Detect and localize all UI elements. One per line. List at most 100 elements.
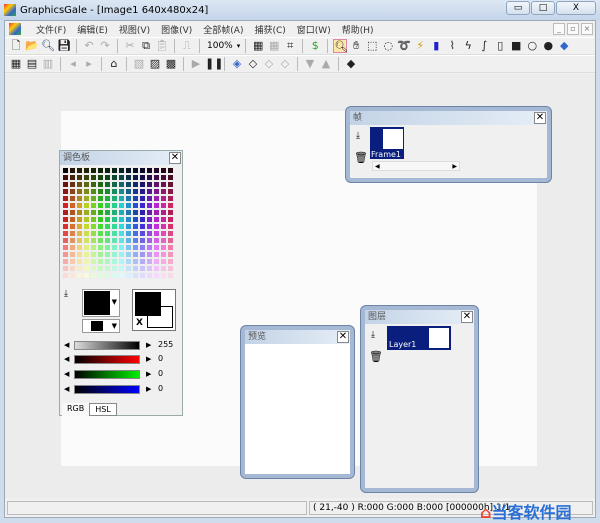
palette-swatch[interactable] bbox=[146, 272, 153, 279]
palette-swatch[interactable] bbox=[139, 265, 146, 272]
palette-swatch[interactable] bbox=[62, 174, 69, 181]
palette-swatch[interactable] bbox=[97, 230, 104, 237]
preview-title-bar[interactable]: 预览 ✕ bbox=[245, 330, 350, 344]
palette-swatch[interactable] bbox=[111, 167, 118, 174]
palette-swatch[interactable] bbox=[76, 237, 83, 244]
palette-swatch[interactable] bbox=[139, 181, 146, 188]
palette-swatch[interactable] bbox=[111, 272, 118, 279]
copy-frame-icon[interactable]: ▨ bbox=[148, 57, 162, 71]
palette-swatch[interactable] bbox=[153, 167, 160, 174]
pin-icon[interactable]: ⤓ bbox=[64, 289, 68, 299]
palette-swatch[interactable] bbox=[160, 209, 167, 216]
layer-icon[interactable]: ◇ bbox=[246, 57, 260, 71]
palette-swatch[interactable] bbox=[118, 230, 125, 237]
palette-swatch[interactable] bbox=[104, 258, 111, 265]
palette-swatch[interactable] bbox=[160, 181, 167, 188]
palette-swatch[interactable] bbox=[125, 272, 132, 279]
palette-swatch[interactable] bbox=[160, 258, 167, 265]
palette-swatch[interactable] bbox=[125, 258, 132, 265]
red-value[interactable]: 0 bbox=[158, 354, 163, 363]
palette-swatch[interactable] bbox=[97, 202, 104, 209]
palette-swatch[interactable] bbox=[104, 244, 111, 251]
palette-swatch[interactable] bbox=[118, 181, 125, 188]
palette-swatch[interactable] bbox=[83, 237, 90, 244]
palette-swatch[interactable] bbox=[125, 195, 132, 202]
minimize-button[interactable]: ▭ bbox=[506, 1, 530, 15]
palette-swatch[interactable] bbox=[83, 258, 90, 265]
frames-close-button[interactable]: ✕ bbox=[534, 112, 546, 124]
palette-swatch[interactable] bbox=[132, 230, 139, 237]
palette-swatch[interactable] bbox=[83, 174, 90, 181]
menu-capture[interactable]: 捕获(C) bbox=[254, 23, 285, 36]
new-icon[interactable]: 🗋 bbox=[9, 39, 23, 53]
palette-swatch[interactable] bbox=[125, 216, 132, 223]
blue-slider[interactable] bbox=[74, 385, 140, 394]
insert-frame-icon[interactable]: ▤ bbox=[25, 57, 39, 71]
palette-swatch[interactable] bbox=[132, 272, 139, 279]
palette-swatch[interactable] bbox=[160, 202, 167, 209]
palette-swatch[interactable] bbox=[167, 223, 174, 230]
palette-swatch[interactable] bbox=[153, 216, 160, 223]
cut-icon[interactable]: ✂ bbox=[123, 39, 137, 53]
mdi-minimize-button[interactable]: _ bbox=[553, 23, 565, 35]
menu-view[interactable]: 视图(V) bbox=[119, 23, 150, 36]
palette-swatch[interactable] bbox=[69, 167, 76, 174]
palette-grid[interactable] bbox=[62, 167, 178, 279]
tab-rgb[interactable]: RGB bbox=[62, 403, 90, 416]
palette-swatch[interactable] bbox=[97, 272, 104, 279]
palette-swatch[interactable] bbox=[132, 202, 139, 209]
palette-swatch[interactable] bbox=[83, 209, 90, 216]
pin-icon[interactable]: ⤓ bbox=[356, 131, 360, 141]
lasso-icon[interactable]: ➰ bbox=[397, 39, 411, 53]
palette-swatch[interactable] bbox=[132, 265, 139, 272]
palette-swatch[interactable] bbox=[132, 181, 139, 188]
crop-icon[interactable]: ⌗ bbox=[283, 39, 297, 53]
palette-swatch[interactable] bbox=[167, 230, 174, 237]
palette-swatch[interactable] bbox=[153, 258, 160, 265]
palette-swatch[interactable] bbox=[83, 181, 90, 188]
palette-swatch[interactable] bbox=[139, 237, 146, 244]
palette-swatch[interactable] bbox=[125, 244, 132, 251]
palette-swatch[interactable] bbox=[167, 195, 174, 202]
palette-swatch[interactable] bbox=[160, 272, 167, 279]
red-slider[interactable] bbox=[74, 355, 140, 364]
palette-swatch[interactable] bbox=[111, 216, 118, 223]
palette-swatch[interactable] bbox=[62, 237, 69, 244]
ellipse-select-icon[interactable]: ◌ bbox=[381, 39, 395, 53]
palette-swatch[interactable] bbox=[160, 174, 167, 181]
palette-swatch[interactable] bbox=[97, 188, 104, 195]
palette-swatch[interactable] bbox=[167, 251, 174, 258]
palette-swatch[interactable] bbox=[132, 195, 139, 202]
palette-swatch[interactable] bbox=[139, 202, 146, 209]
palette-swatch[interactable] bbox=[132, 251, 139, 258]
palette-swatch[interactable] bbox=[125, 237, 132, 244]
palette-swatch[interactable] bbox=[111, 202, 118, 209]
palette-swatch[interactable] bbox=[167, 167, 174, 174]
palette-swatch[interactable] bbox=[167, 265, 174, 272]
palette-swatch[interactable] bbox=[160, 216, 167, 223]
palette-swatch[interactable] bbox=[146, 244, 153, 251]
layer-props-icon[interactable]: ◇ bbox=[278, 57, 292, 71]
tab-hsl[interactable]: HSL bbox=[89, 403, 117, 416]
fg-bg-colors[interactable]: X bbox=[132, 289, 176, 331]
palette-swatch[interactable] bbox=[118, 195, 125, 202]
palette-swatch[interactable] bbox=[146, 195, 153, 202]
palette-swatch[interactable] bbox=[146, 174, 153, 181]
palette-swatch[interactable] bbox=[160, 244, 167, 251]
palette-swatch[interactable] bbox=[104, 209, 111, 216]
rect-select-icon[interactable]: ⬚ bbox=[365, 39, 379, 53]
palette-swatch[interactable] bbox=[160, 251, 167, 258]
palette-swatch[interactable] bbox=[62, 167, 69, 174]
grid-icon[interactable]: ▦ bbox=[251, 39, 265, 53]
play-icon[interactable]: ▶ bbox=[189, 57, 203, 71]
palette-swatch[interactable] bbox=[90, 209, 97, 216]
palette-swatch[interactable] bbox=[111, 195, 118, 202]
palette-swatch[interactable] bbox=[69, 230, 76, 237]
palette-swatch[interactable] bbox=[153, 272, 160, 279]
palette-swatch[interactable] bbox=[167, 272, 174, 279]
filled-rect-icon[interactable]: ■ bbox=[509, 39, 523, 53]
palette-swatch[interactable] bbox=[139, 188, 146, 195]
stamp-icon[interactable]: ⎍ bbox=[180, 39, 194, 53]
palette-swatch[interactable] bbox=[146, 258, 153, 265]
preview-close-button[interactable]: ✕ bbox=[337, 331, 349, 343]
